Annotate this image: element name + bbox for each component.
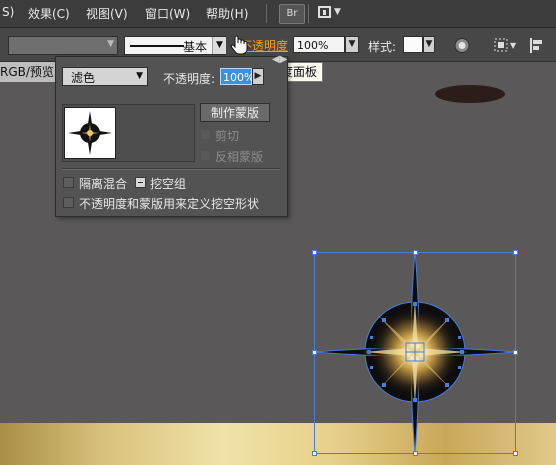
isolate-blending-label: 隔离混合 xyxy=(79,177,128,191)
invert-mask-label: 反相蒙版 xyxy=(215,150,264,164)
menu-view[interactable]: 视图(V) xyxy=(86,5,128,22)
chevron-down-icon: ▼ xyxy=(136,71,143,81)
align-grid-icon[interactable]: ▼ xyxy=(494,37,518,54)
invert-mask-checkbox[interactable] xyxy=(200,150,211,161)
knockout-group-checkbox[interactable] xyxy=(135,177,146,188)
blend-mode-select[interactable]: 滤色 ▼ xyxy=(62,67,148,86)
star-thumbnail-icon xyxy=(68,111,112,155)
chevron-down-icon: ▼ xyxy=(107,39,114,49)
resize-handle-top-left[interactable] xyxy=(312,250,317,255)
panel-opacity-input[interactable]: 100% xyxy=(220,68,254,85)
chevron-down-icon[interactable]: ▼ xyxy=(423,36,435,53)
resize-handle-top[interactable] xyxy=(413,250,418,255)
resize-handle-left[interactable] xyxy=(312,350,317,355)
resize-handle-bottom-right[interactable] xyxy=(513,451,518,456)
panel-opacity-label: 不透明度: xyxy=(163,72,216,86)
make-mask-button[interactable]: 制作蒙版 xyxy=(200,103,270,122)
opacity-mask-knockout-label: 不透明度和蒙版用来定义挖空形状 xyxy=(79,197,260,211)
resize-handle-top-right[interactable] xyxy=(513,250,518,255)
artwork-thumbnail[interactable] xyxy=(64,107,116,159)
menu-select[interactable]: S) xyxy=(2,5,14,19)
knockout-group-label: 挖空组 xyxy=(150,177,187,191)
resize-handle-bottom[interactable] xyxy=(413,451,418,456)
chevron-down-icon[interactable]: ▼ xyxy=(345,36,359,53)
align-left-icon[interactable] xyxy=(528,37,546,54)
opacity-mask-knockout-checkbox[interactable] xyxy=(63,197,74,208)
chevron-down-icon: ▼ xyxy=(334,7,341,17)
clip-label: 剪切 xyxy=(215,129,240,143)
chevron-down-icon[interactable]: ▼ xyxy=(212,37,226,54)
brush-label: 基本 xyxy=(183,40,208,54)
isolate-blending-checkbox[interactable] xyxy=(63,177,74,188)
stroke-weight-field[interactable]: ▼ xyxy=(8,36,118,55)
document-tab[interactable]: RGB/预览 xyxy=(0,62,56,82)
blend-mode-value: 滤色 xyxy=(71,71,96,85)
style-label: 样式: xyxy=(368,40,397,54)
menu-help[interactable]: 帮助(H) xyxy=(206,5,248,22)
svg-text:▼: ▼ xyxy=(510,41,517,50)
arrange-icon xyxy=(318,6,331,18)
menu-separator xyxy=(308,4,309,23)
hand-cursor-icon xyxy=(230,35,248,55)
graphic-style-swatch[interactable] xyxy=(403,36,423,53)
opacity-input[interactable]: 100% xyxy=(293,36,345,53)
menu-window[interactable]: 窗口(W) xyxy=(145,5,190,22)
clip-checkbox[interactable] xyxy=(200,129,211,140)
menu-separator xyxy=(266,4,267,23)
resize-handle-right[interactable] xyxy=(513,350,518,355)
resize-handle-bottom-left[interactable] xyxy=(312,451,317,456)
panel-menu-icon[interactable]: ◀▶ xyxy=(272,54,287,65)
menu-bar: S) 效果(C) 视图(V) 窗口(W) 帮助(H) Br ▼ xyxy=(0,0,556,28)
chevron-right-icon[interactable]: ▶ xyxy=(252,68,264,85)
recolor-artwork-icon[interactable] xyxy=(453,37,471,54)
selection-bounding-box[interactable] xyxy=(314,252,516,454)
canvas-artwork-fragment xyxy=(435,85,505,103)
brush-stroke-preview xyxy=(130,45,184,47)
menu-effect[interactable]: 效果(C) xyxy=(28,5,70,22)
bridge-button[interactable]: Br xyxy=(279,4,305,24)
panel-divider xyxy=(62,168,280,170)
brush-definition-select[interactable]: 基本 ▼ xyxy=(124,36,226,55)
arrange-documents-button[interactable]: ▼ xyxy=(316,3,342,23)
